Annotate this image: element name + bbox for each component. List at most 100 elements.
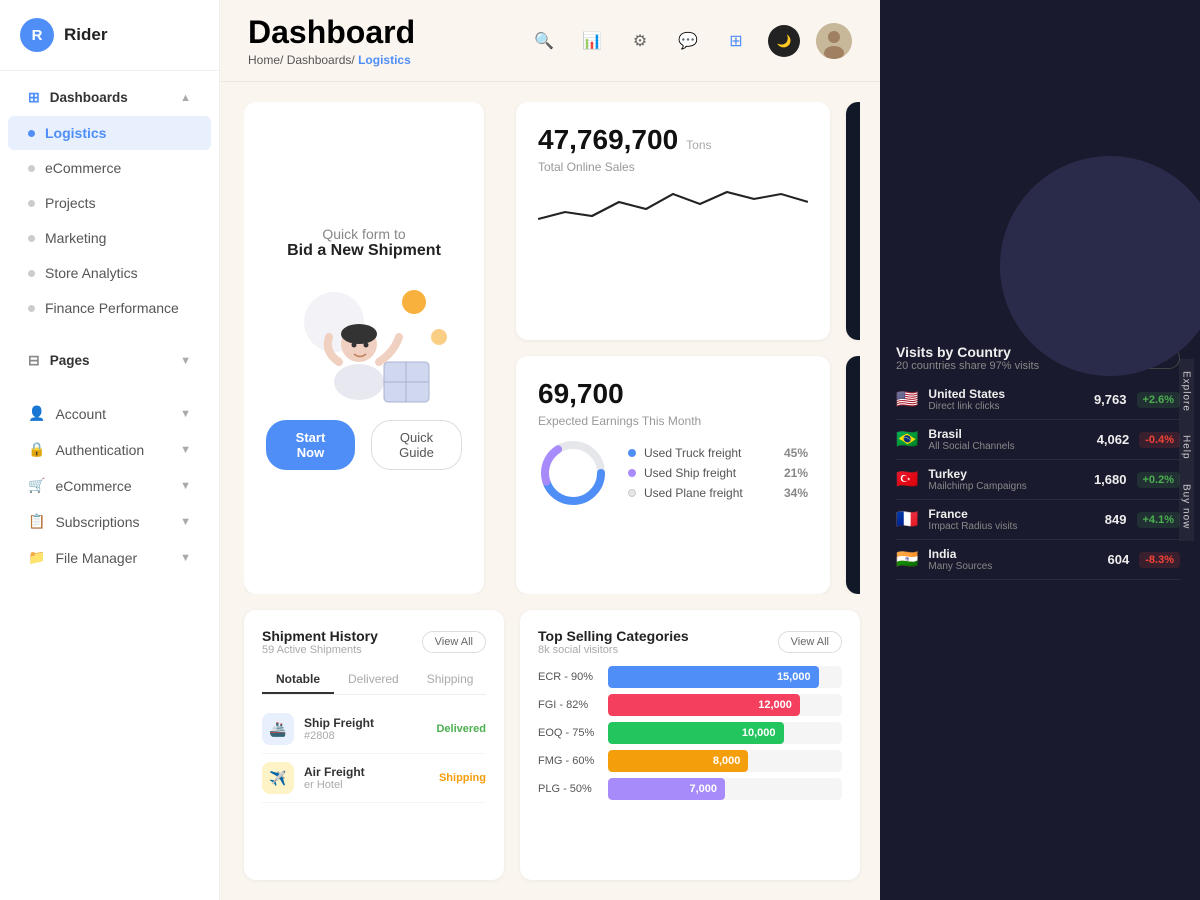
sidebar: R Rider ⊞ Dashboards ▲ Logistics eCommer…: [0, 0, 220, 900]
country-sub-br: All Social Channels: [928, 441, 1074, 452]
tab-notable[interactable]: Notable: [262, 666, 334, 694]
sidebar-item-marketing[interactable]: Marketing: [8, 221, 211, 255]
page-layout: R Rider ⊞ Dashboards ▲ Logistics eCommer…: [0, 0, 1200, 900]
sidebar-item-finance[interactable]: Finance Performance: [8, 291, 211, 325]
sidebar-item-filemanager[interactable]: 📁 File Manager ▼: [8, 540, 211, 575]
flag-in: 🇮🇳: [896, 549, 918, 570]
vertical-label-explore[interactable]: Explore: [1179, 359, 1194, 424]
plane-pct: 34%: [784, 486, 808, 500]
sidebar-pages-header[interactable]: ⊟ Pages ▼: [8, 343, 211, 378]
sidebar-item-auth[interactable]: 🔒 Authentication ▼: [8, 432, 211, 467]
country-info-tr: Turkey Mailchimp Campaigns: [928, 467, 1071, 492]
upper-row: Quick form to Bid a New Shipment: [244, 102, 860, 594]
quick-guide-button[interactable]: Quick Guide: [371, 420, 462, 470]
finance-label: Finance Performance: [45, 300, 179, 316]
auth-icon: 🔒: [28, 441, 45, 458]
truck-dot: [628, 449, 636, 457]
ship-dot: [628, 469, 636, 477]
sidebar-item-subscriptions[interactable]: 📋 Subscriptions ▼: [8, 504, 211, 539]
ship-id-2: er Hotel: [304, 779, 429, 791]
ship-info-1: Ship Freight #2808: [304, 716, 426, 742]
dark-upper: [896, 16, 1180, 336]
sidebar-item-logistics[interactable]: Logistics: [8, 116, 211, 150]
sidebar-logo: R Rider: [0, 0, 219, 71]
bar-label-5: PLG - 50%: [538, 783, 598, 795]
shipment-view-all[interactable]: View All: [422, 631, 486, 653]
pages-chevron: ▼: [180, 355, 191, 367]
right-panel: Visits by Country 20 countries share 97%…: [880, 0, 1200, 900]
stat3-number: 69,700: [538, 378, 624, 409]
grid-icon[interactable]: ⊞: [720, 25, 752, 57]
shipment-history-card: Shipment History 59 Active Shipments Vie…: [244, 610, 504, 880]
bar-fill-1: 15,000: [608, 666, 819, 688]
bars-container: ECR - 90% 15,000 FGI - 82% 1: [538, 666, 842, 800]
ship-name-1: Ship Freight: [304, 716, 426, 730]
country-row-fr: 🇫🇷 France Impact Radius visits 849 +4.1%: [896, 500, 1180, 540]
quick-form-card: Quick form to Bid a New Shipment: [244, 102, 484, 594]
sidebar-item-ecommerce[interactable]: eCommerce: [8, 151, 211, 185]
marketing-label: Marketing: [45, 230, 106, 246]
sidebar-item-ecom2[interactable]: 🛒 eCommerce ▼: [8, 468, 211, 503]
logo-name: Rider: [64, 25, 107, 45]
country-val-tr: 1,680: [1082, 472, 1127, 487]
ship-status-1: Delivered: [436, 723, 486, 735]
vertical-label-buynow[interactable]: Buy now: [1179, 472, 1194, 541]
topselling-view-all[interactable]: View All: [778, 631, 842, 653]
theme-toggle[interactable]: 🌙: [768, 25, 800, 57]
country-list: 🇺🇸 United States Direct link clicks 9,76…: [896, 380, 1180, 580]
marketing-dot: [28, 235, 35, 242]
country-name-br: Brasil: [928, 427, 1074, 441]
stat-card-shipments: 259,786 Total Shipments: [846, 102, 860, 340]
sidebar-dashboards-header[interactable]: ⊞ Dashboards ▲: [8, 80, 211, 115]
avatar[interactable]: [816, 23, 852, 59]
account-label: Account: [55, 406, 106, 422]
visits-sub-text: 20 countries share 97% visits: [896, 360, 1039, 372]
vertical-label-help[interactable]: Help: [1179, 423, 1194, 472]
ecom2-icon: 🛒: [28, 477, 45, 494]
country-info-in: India Many Sources: [928, 547, 1074, 572]
settings-icon[interactable]: ⚙: [624, 25, 656, 57]
bar-chart-icon[interactable]: 📊: [576, 25, 608, 57]
dashboards-label: Dashboards: [50, 90, 128, 105]
search-icon[interactable]: 🔍: [528, 25, 560, 57]
stat-card-customers: 604 New Customers This Month Today's Her…: [846, 356, 860, 594]
legend-plane: Used Plane freight 34%: [628, 486, 808, 500]
finance-dot: [28, 305, 35, 312]
sidebar-account-section: 👤 Account ▼ 🔒 Authentication ▼ 🛒 eCommer…: [0, 387, 219, 584]
country-val-us: 9,763: [1082, 392, 1127, 407]
auth-chevron: ▼: [180, 444, 191, 456]
sidebar-item-store-analytics[interactable]: Store Analytics: [8, 256, 211, 290]
tab-shipping[interactable]: Shipping: [413, 666, 488, 694]
shipment-header: Shipment History 59 Active Shipments Vie…: [262, 628, 486, 656]
bar-fill-2: 12,000: [608, 694, 800, 716]
legend-truck: Used Truck freight 45%: [628, 446, 808, 460]
stats-grid: 47,769,700 Tons Total Online Sales 259,7…: [516, 102, 860, 594]
subscriptions-label: Subscriptions: [55, 514, 139, 530]
top-selling-card: Top Selling Categories 8k social visitor…: [520, 610, 860, 880]
topselling-title-group: Top Selling Categories 8k social visitor…: [538, 628, 689, 656]
bar-row-5: PLG - 50% 7,000: [538, 778, 842, 800]
country-sub-fr: Impact Radius visits: [928, 521, 1071, 532]
stat1-unit: Tons: [686, 138, 711, 152]
stat-card-earnings: 69,700 Expected Earnings This Month: [516, 356, 830, 594]
start-now-button[interactable]: Start Now: [266, 420, 355, 470]
chat-icon[interactable]: 💬: [672, 25, 704, 57]
bar-row-3: EOQ - 75% 10,000: [538, 722, 842, 744]
country-info-us: United States Direct link clicks: [928, 387, 1071, 412]
sidebar-item-account[interactable]: 👤 Account ▼: [8, 396, 211, 431]
visits-by-country: Visits by Country 20 countries share 97%…: [896, 336, 1180, 580]
bar-fill-3: 10,000: [608, 722, 784, 744]
pages-icon: ⊟: [28, 352, 40, 369]
topbar: Dashboard Home/ Dashboards/ Logistics 🔍 …: [220, 0, 880, 82]
bar-label-3: EOQ - 75%: [538, 727, 598, 739]
dashboards-chevron: ▲: [180, 92, 191, 104]
tab-delivered[interactable]: Delivered: [334, 666, 413, 694]
bar-val-5: 7,000: [689, 783, 717, 795]
visits-title-group: Visits by Country 20 countries share 97%…: [896, 344, 1039, 372]
shipment-sub: 59 Active Shipments: [262, 644, 378, 656]
ecommerce-dot: [28, 165, 35, 172]
bar-row-1: ECR - 90% 15,000: [538, 666, 842, 688]
center-area: Dashboard Home/ Dashboards/ Logistics 🔍 …: [220, 0, 880, 900]
shipment-item-2: ✈️ Air Freight er Hotel Shipping: [262, 754, 486, 803]
sidebar-item-projects[interactable]: Projects: [8, 186, 211, 220]
